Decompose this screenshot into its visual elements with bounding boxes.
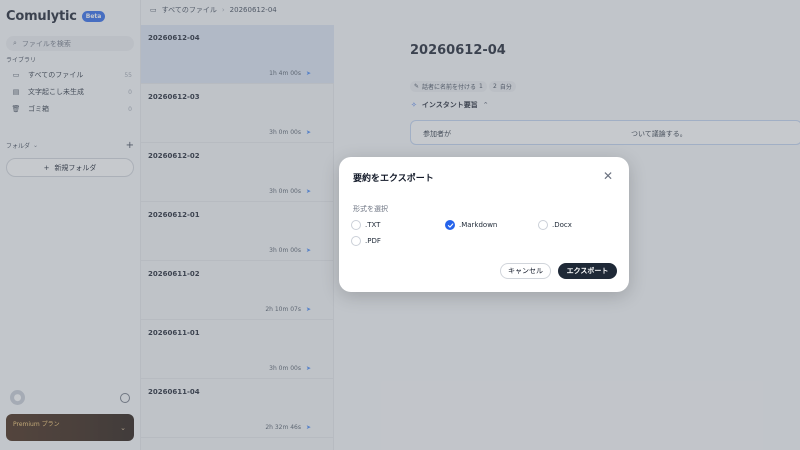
- format-option-markdown[interactable]: .Markdown: [445, 220, 497, 230]
- export-summary-dialog: 要約をエクスポート ✕ 形式を選択 .TXT .Markdown .Docx .…: [339, 157, 629, 292]
- export-button[interactable]: エクスポート: [558, 263, 617, 279]
- check-icon: [447, 222, 453, 228]
- format-option-docx[interactable]: .Docx: [538, 220, 572, 230]
- radio-checked[interactable]: [445, 220, 455, 230]
- format-label: 形式を選択: [353, 205, 388, 213]
- format-option-label: .Markdown: [459, 221, 498, 229]
- format-option-pdf[interactable]: .PDF: [351, 236, 381, 246]
- radio-unchecked[interactable]: [351, 220, 361, 230]
- format-option-txt[interactable]: .TXT: [351, 220, 380, 230]
- cancel-button[interactable]: キャンセル: [500, 263, 551, 279]
- radio-unchecked[interactable]: [538, 220, 548, 230]
- format-option-label: .PDF: [365, 237, 381, 245]
- radio-unchecked[interactable]: [351, 236, 361, 246]
- format-option-label: .Docx: [552, 221, 572, 229]
- dialog-title: 要約をエクスポート: [353, 174, 434, 184]
- format-option-label: .TXT: [365, 221, 381, 229]
- close-icon[interactable]: ✕: [601, 169, 615, 183]
